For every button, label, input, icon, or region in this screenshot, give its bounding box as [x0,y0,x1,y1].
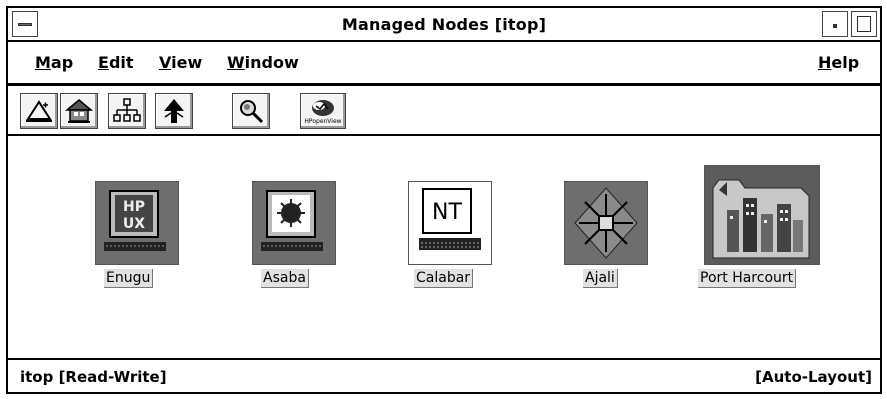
ux-badge-text: UX [123,216,145,232]
layout-mode-status: [Auto-Layout] [755,368,872,386]
menu-window[interactable]: Window [227,53,299,72]
window-title: Managed Nodes [itop] [341,15,547,34]
map-status: itop [Read-Write] [20,368,167,386]
home-button[interactable] [60,93,98,129]
managed-nodes-window: Managed Nodes [itop] Map Edit View Windo… [6,6,882,394]
network-tree-icon [113,98,141,122]
nt-workstation-icon: NT [409,182,491,264]
node-enugu[interactable]: HP UX [95,181,179,265]
new-submap-icon [26,100,52,122]
node-label-asaba[interactable]: Asaba [261,269,309,288]
menu-edit-rest: dit [108,53,134,72]
minimize-button[interactable] [822,11,848,37]
hp-logo-icon: HPopenView [304,100,342,125]
city-folder-icon [705,166,819,264]
minimize-icon [833,24,837,28]
hp-ux-workstation-icon: HP UX [96,182,178,264]
maximize-button[interactable] [851,11,877,37]
node-label-calabar[interactable]: Calabar [414,269,474,288]
find-button[interactable] [232,93,270,129]
zoom-search-icon [240,100,264,124]
map-canvas[interactable]: HP UX Enugu Asaba NT Calabar Ajali Port … [8,136,880,358]
menu-view-rest: iew [171,53,203,72]
new-submap-button[interactable] [20,93,58,129]
up-level-button[interactable] [155,93,193,129]
menu-help-rest: elp [831,53,860,72]
node-ajali[interactable] [564,181,648,265]
node-asaba[interactable] [252,181,336,265]
status-bar: itop [Read-Write] [Auto-Layout] [8,358,880,392]
menu-window-rest: indow [244,53,299,72]
menu-view[interactable]: View [159,53,202,72]
home-icon [64,99,94,123]
network-tree-button[interactable] [108,93,146,129]
title-bar[interactable]: Managed Nodes [itop] [8,8,880,42]
hp-openview-button[interactable]: HPopenView [300,93,346,129]
menu-help[interactable]: Help [818,53,859,72]
node-calabar[interactable]: NT [408,181,492,265]
sun-workstation-icon [253,182,335,264]
nt-badge-text: NT [432,200,462,225]
node-label-port-harcourt[interactable]: Port Harcourt [698,269,797,288]
up-arrow-icon [164,99,184,123]
toolbar: HPopenView [8,86,880,136]
network-hub-icon [565,182,647,264]
node-port-harcourt[interactable] [704,165,820,265]
menu-bar: Map Edit View Window Help [8,42,880,86]
menu-map[interactable]: Map [35,53,73,72]
hp-badge-text: HP [123,199,145,215]
menu-map-rest: ap [50,53,74,72]
node-label-enugu[interactable]: Enugu [104,269,154,288]
hp-logo-caption: HPopenView [304,118,341,125]
maximize-icon [857,16,871,32]
node-label-ajali[interactable]: Ajali [583,269,618,288]
menu-edit[interactable]: Edit [98,53,134,72]
